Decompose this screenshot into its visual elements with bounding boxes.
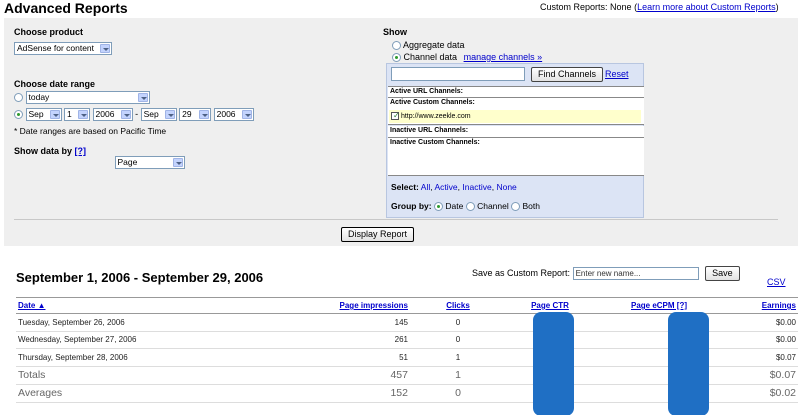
date-preset-row: today [14,91,150,104]
group-by-row: Group by: Date Channel Both [391,201,540,212]
to-year-select[interactable]: 2006 [213,108,254,121]
column-impressions[interactable]: Page impressions [266,297,410,314]
show-label: Show [383,27,407,37]
date-range-label: Choose date range [14,79,96,89]
channel-box: Find Channels Reset Active URL Channels:… [386,63,644,218]
to-month-select[interactable]: Sep [140,108,177,121]
active-custom-channels: Active Custom Channels: ✓ http://www.zee… [388,98,644,125]
display-report-button[interactable]: Display Report [341,227,415,242]
date-preset-select[interactable]: today [25,91,150,104]
show-data-by-select[interactable]: Page [114,156,185,169]
group-both-radio[interactable] [511,202,521,212]
chevron-down-icon [49,110,60,119]
chevron-down-icon [120,110,131,119]
date-custom-radio[interactable] [14,110,23,119]
select-none-link[interactable]: None [496,182,516,192]
chevron-down-icon [137,93,148,102]
date-preset-radio[interactable] [14,93,23,102]
channel-radio[interactable] [392,53,401,63]
custom-report-name-input[interactable]: Enter new name... [572,267,699,281]
inactive-custom-channels: Inactive Custom Channels: [388,138,644,176]
report-title: September 1, 2006 - September 29, 2006 [16,270,264,285]
find-channels-button[interactable]: Find Channels [531,67,604,82]
save-custom-report: Save as Custom Report: Enter new name...… [472,266,740,281]
redaction-ecpm [668,312,709,415]
column-date[interactable]: Date ▲ [16,297,266,314]
choose-product-label: Choose product [14,27,83,37]
chevron-down-icon [172,158,183,167]
learn-more-link[interactable]: Learn more about Custom Reports [637,2,776,12]
help-link[interactable]: [?] [75,146,87,156]
product-select[interactable]: AdSense for content [14,42,112,55]
column-ecpm[interactable]: Page eCPM [?] [594,297,724,314]
select-inactive-link[interactable]: Inactive [462,182,491,192]
custom-reports-value: None [610,2,632,12]
date-range-note: * Date ranges are based on Pacific Time [14,126,167,136]
from-month-select[interactable]: Sep [25,108,62,121]
chevron-down-icon [199,110,210,119]
channel-item[interactable]: ✓ http://www.zeekle.com [389,110,641,123]
channel-search-input[interactable] [391,67,525,81]
show-data-by-heading: Show data by [?] [14,146,87,156]
check-icon: ✓ [393,111,400,120]
custom-reports-label: Custom Reports: [540,2,608,12]
chevron-down-icon [241,110,252,119]
channel-option[interactable]: Channel data manage channels » [392,52,543,63]
active-url-channels: Active URL Channels: [388,86,644,98]
date-custom-row: Sep 1 2006 - Sep 29 2006 [14,108,254,121]
column-clicks[interactable]: Clicks [410,297,506,314]
from-day-select[interactable]: 1 [64,108,91,121]
select-active-link[interactable]: Active [435,182,458,192]
to-day-select[interactable]: 29 [179,108,212,121]
group-date-radio[interactable] [433,202,443,212]
aggregate-option[interactable]: Aggregate data [392,40,465,51]
select-row: Select: All, Active, Inactive, None [391,182,517,192]
chevron-down-icon [164,110,175,119]
from-year-select[interactable]: 2006 [92,108,133,121]
reset-link[interactable]: Reset [605,69,629,79]
select-all-link[interactable]: All [421,182,430,192]
page-title: Advanced Reports [4,0,128,16]
aggregate-radio[interactable] [392,41,401,51]
panel-divider [14,219,778,220]
channel-checkbox[interactable]: ✓ [391,111,400,120]
chevron-down-icon [100,44,110,53]
custom-reports-info: Custom Reports: None (Learn more about C… [540,2,779,12]
group-channel-radio[interactable] [465,202,475,212]
csv-link[interactable]: CSV [767,277,786,287]
save-button[interactable]: Save [705,266,740,281]
redaction-ctr [533,312,574,415]
column-earnings[interactable]: Earnings [724,297,798,314]
inactive-url-channels: Inactive URL Channels: [388,126,644,138]
chevron-down-icon [78,110,89,119]
manage-channels-link[interactable]: manage channels » [464,52,543,62]
